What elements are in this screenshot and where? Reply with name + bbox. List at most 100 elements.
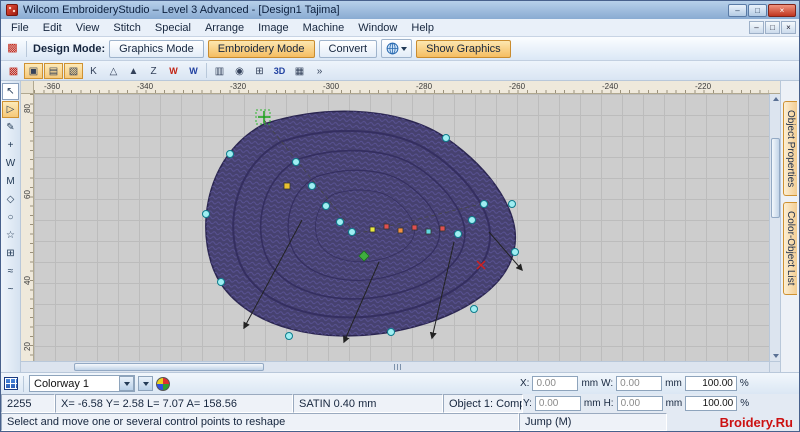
hruler-label: -240 xyxy=(602,82,619,91)
hoop-globe-button[interactable] xyxy=(381,39,413,58)
main-area: ↖ ▷ ✎ + W M ◇ ○ ☆ ⊞ ≈ ~ -360 -340 -320 -… xyxy=(1,81,799,372)
star-tool-icon[interactable]: ☆ xyxy=(2,227,19,244)
mdi-restore-button[interactable]: □ xyxy=(765,21,780,34)
bars-icon[interactable]: ▥ xyxy=(210,63,229,79)
tab-color-object-list[interactable]: Color-Object List xyxy=(783,202,797,295)
ruler-corner xyxy=(21,81,34,94)
menu-help[interactable]: Help xyxy=(404,21,441,35)
toolbar-overflow-icon[interactable]: » xyxy=(310,63,329,79)
ellipse-tool-icon[interactable]: ○ xyxy=(2,209,19,226)
close-button[interactable]: × xyxy=(768,3,796,17)
menu-bar: File Edit View Stitch Special Arrange Im… xyxy=(1,19,799,37)
status-bar: 2255 X= -6.58 Y= 2.58 L= 7.07 A= 158.56 … xyxy=(1,394,799,413)
freehand-tool-icon[interactable]: ~ xyxy=(2,281,19,298)
vruler-label: 40 xyxy=(23,276,32,285)
wave-red-icon[interactable]: W xyxy=(164,63,183,79)
vertical-scroll-thumb[interactable] xyxy=(770,138,780,218)
menu-edit[interactable]: Edit xyxy=(36,21,69,35)
cursor-coordinates: X= -6.58 Y= 2.58 L= 7.07 A= 158.56 xyxy=(55,394,293,413)
stitch-count: 2255 xyxy=(1,394,55,413)
scale-y-field[interactable] xyxy=(685,396,738,411)
maximize-button[interactable]: □ xyxy=(748,3,767,17)
mesh-view-icon[interactable]: ▦ xyxy=(290,63,309,79)
wave-multi-icon[interactable]: W xyxy=(184,63,203,79)
colorway-dropdown-icon[interactable] xyxy=(119,376,134,391)
reshape-tool-icon[interactable]: ▷ xyxy=(2,101,19,118)
triangle-outline-icon[interactable]: △ xyxy=(104,63,123,79)
add-node-tool-icon[interactable]: + xyxy=(2,137,19,154)
position-y-row: Y: mm H: mm % xyxy=(523,394,799,413)
toolbox: ↖ ▷ ✎ + W M ◇ ○ ☆ ⊞ ≈ ~ xyxy=(1,81,21,372)
tab-object-properties[interactable]: Object Properties xyxy=(783,101,797,197)
show-graphics-button[interactable]: Show Graphics xyxy=(416,39,511,58)
embroidery-mode-button[interactable]: Embroidery Mode xyxy=(207,39,315,58)
w-field[interactable] xyxy=(616,376,663,391)
hruler-label: -280 xyxy=(416,82,433,91)
grid-view-icon[interactable]: ⊞ xyxy=(250,63,269,79)
colorway-menu-icon[interactable] xyxy=(138,376,153,391)
lettering-tool-icon[interactable]: W xyxy=(2,155,19,172)
zigzag-stitch-icon[interactable]: Z xyxy=(144,63,163,79)
knife-tool-icon[interactable]: K xyxy=(84,63,103,79)
vruler-label: 60 xyxy=(23,190,32,199)
w-label: W: xyxy=(601,378,614,389)
minimize-button[interactable]: – xyxy=(728,3,747,17)
mixing-palette-icon[interactable] xyxy=(156,376,170,391)
pen-tool-icon[interactable]: ✎ xyxy=(2,119,19,136)
mdi-minimize-button[interactable]: – xyxy=(749,21,764,34)
w-unit: mm xyxy=(665,378,682,389)
design-object[interactable] xyxy=(205,110,517,337)
x-label: X: xyxy=(520,378,530,389)
mode-toolbar: ▩ Design Mode: Graphics Mode Embroidery … xyxy=(1,37,799,61)
mdi-close-button[interactable]: × xyxy=(781,21,796,34)
colorway-select[interactable]: Colorway 1 xyxy=(29,375,135,392)
splitter-grip[interactable] xyxy=(394,364,402,370)
title-bar: Wilcom EmbroideryStudio – Level 3 Advanc… xyxy=(1,1,799,19)
stitch-grid-icon[interactable]: ▩ xyxy=(4,63,23,79)
docked-panels: Object Properties Color-Object List xyxy=(780,81,799,372)
scroll-up-icon[interactable] xyxy=(771,94,780,104)
vruler-label: 80 xyxy=(23,104,32,113)
horizontal-scrollbar[interactable] xyxy=(34,361,769,372)
dot-target-icon[interactable]: ◉ xyxy=(230,63,249,79)
menu-arrange[interactable]: Arrange xyxy=(198,21,251,35)
entry-point-marker[interactable] xyxy=(255,109,271,125)
application-window: Wilcom EmbroideryStudio – Level 3 Advanc… xyxy=(0,0,800,432)
scroll-down-icon[interactable] xyxy=(771,351,780,361)
menu-view[interactable]: View xyxy=(69,21,107,35)
menu-special[interactable]: Special xyxy=(148,21,198,35)
select-tool-icon[interactable]: ↖ xyxy=(2,83,19,100)
convert-button[interactable]: Convert xyxy=(318,39,378,58)
grid-tool-icon[interactable]: ⊞ xyxy=(2,245,19,262)
menu-machine[interactable]: Machine xyxy=(296,21,352,35)
hruler-label: -360 xyxy=(44,82,61,91)
colorway-grid-icon[interactable] xyxy=(4,377,18,390)
design-svg xyxy=(202,109,523,344)
horizontal-scroll-thumb[interactable] xyxy=(74,363,264,371)
scale-x-field[interactable] xyxy=(684,376,737,391)
x-field[interactable] xyxy=(532,376,579,391)
menu-window[interactable]: Window xyxy=(351,21,404,35)
hruler-label: -260 xyxy=(509,82,526,91)
embroidery-canvas[interactable] xyxy=(34,94,769,361)
stitch-edit-icon[interactable]: ▤ xyxy=(44,62,63,79)
globe-dropdown-caret xyxy=(401,46,408,51)
threed-view-icon[interactable]: 3D xyxy=(270,63,289,79)
hruler-label: -220 xyxy=(695,82,712,91)
y-field[interactable] xyxy=(534,396,581,411)
run-stitch-tool-icon[interactable]: ≈ xyxy=(2,263,19,280)
menu-image[interactable]: Image xyxy=(251,21,296,35)
monogram-tool-icon[interactable]: M xyxy=(2,173,19,190)
graphics-mode-button[interactable]: Graphics Mode xyxy=(109,39,204,58)
h-field[interactable] xyxy=(616,396,663,411)
stitch-select-icon[interactable]: ▣ xyxy=(24,62,43,79)
vertical-ruler: 80 60 40 20 xyxy=(21,94,34,361)
hint-bar: Select and move one or several control p… xyxy=(1,413,799,431)
menu-file[interactable]: File xyxy=(4,21,36,35)
stitch-box-icon[interactable]: ▧ xyxy=(64,62,83,79)
machine-grid-icon[interactable]: ▩ xyxy=(5,42,20,56)
fill-shape-tool-icon[interactable]: ◇ xyxy=(2,191,19,208)
menu-stitch[interactable]: Stitch xyxy=(106,21,148,35)
vertical-scrollbar[interactable] xyxy=(769,94,780,361)
triangle-filled-icon[interactable]: ▲ xyxy=(124,63,143,79)
